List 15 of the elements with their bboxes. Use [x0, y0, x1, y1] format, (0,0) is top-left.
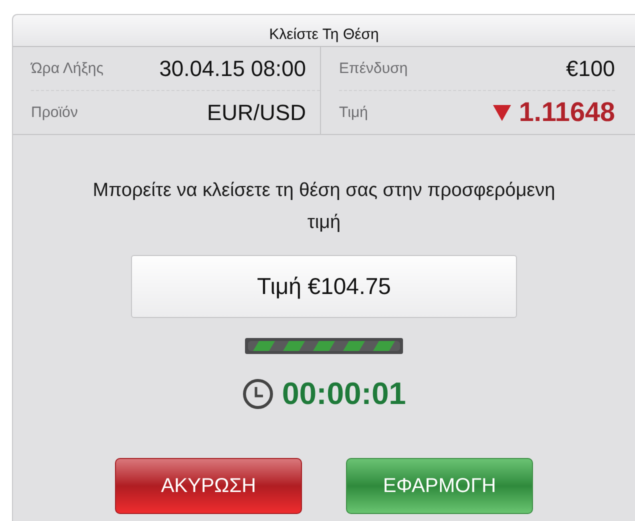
- detail-value: 30.04.15 08:00: [159, 56, 306, 82]
- clock-icon: [242, 378, 274, 410]
- offer-price-button[interactable]: Τιμή €104.75: [131, 255, 517, 318]
- price-value: 1.11648: [518, 97, 615, 128]
- detail-label: Επένδυση: [339, 60, 408, 77]
- message-text: Μπορείτε να κλείσετε τη θέση σας στην προσφερόμενη τιμή: [92, 179, 556, 235]
- dialog-title: Κλείστε Τη Θέση: [269, 26, 379, 45]
- detail-value: €100: [566, 56, 615, 82]
- countdown-timer: 00:00:01: [282, 376, 406, 412]
- apply-button[interactable]: ΕΦΑΡΜΟΓΗ: [346, 458, 533, 514]
- detail-value: EUR/USD: [206, 100, 306, 126]
- detail-label: Ώρα Λήξης: [31, 60, 104, 77]
- cancel-button[interactable]: ΑΚΥΡΩΣΗ: [115, 458, 302, 514]
- detail-label: Τιμή: [339, 104, 368, 121]
- detail-label: Προϊόν: [31, 104, 78, 121]
